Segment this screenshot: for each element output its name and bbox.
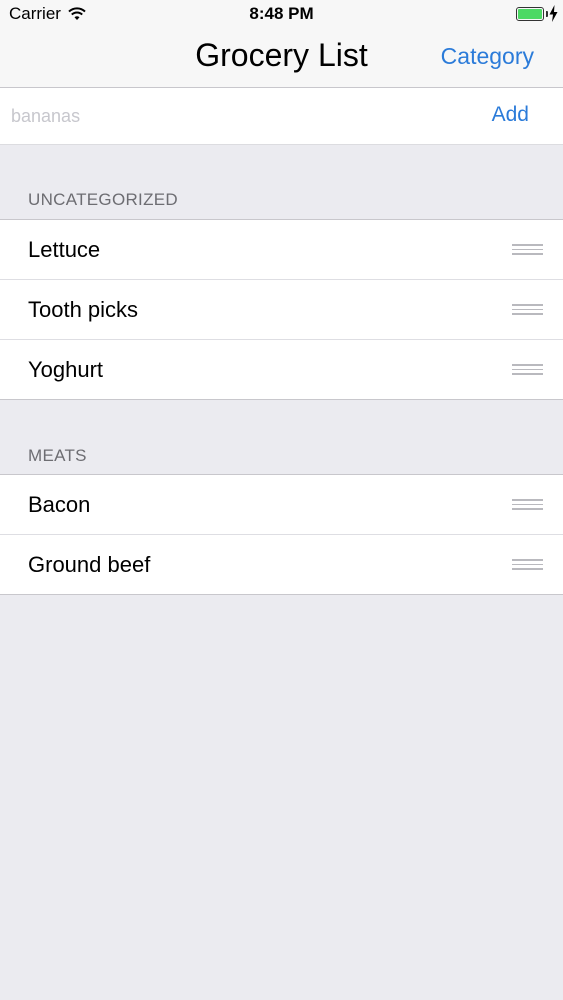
section-list-uncategorized: Lettuce Tooth picks Yoghurt: [0, 219, 563, 400]
battery-level-fill: [518, 9, 542, 19]
battery-tip: [546, 11, 548, 17]
list-item-label: Bacon: [28, 492, 91, 517]
reorder-handle-icon[interactable]: [512, 559, 543, 570]
list-item[interactable]: Lettuce: [0, 220, 563, 280]
add-item-bar: Add: [0, 88, 563, 145]
reorder-handle-icon[interactable]: [512, 499, 543, 510]
list-item[interactable]: Bacon: [0, 475, 563, 535]
section-header-meats: MEATS: [28, 446, 87, 465]
list-item[interactable]: Tooth picks: [0, 280, 563, 340]
battery-icon: [516, 7, 544, 21]
section-header-uncategorized: UNCATEGORIZED: [28, 190, 178, 209]
item-name-input[interactable]: [11, 100, 441, 132]
status-time: 8:48 PM: [249, 4, 314, 23]
list-item[interactable]: Ground beef: [0, 535, 563, 594]
reorder-handle-icon[interactable]: [512, 244, 543, 255]
reorder-handle-icon[interactable]: [512, 304, 543, 315]
list-item[interactable]: Yoghurt: [0, 340, 563, 399]
list-item-label: Tooth picks: [28, 297, 139, 322]
bolt-icon: [549, 5, 558, 22]
add-button[interactable]: Add: [492, 103, 529, 127]
section-list-meats: Bacon Ground beef: [0, 474, 563, 595]
list-item-label: Yoghurt: [28, 357, 104, 382]
list-item-label: Lettuce: [28, 237, 101, 262]
navigation-bar: Grocery List Category: [0, 28, 563, 88]
reorder-handle-icon[interactable]: [512, 364, 543, 375]
list-item-label: Ground beef: [28, 552, 151, 577]
category-button[interactable]: Category: [441, 43, 534, 70]
status-bar: Carrier 8:48 PM: [0, 0, 563, 28]
